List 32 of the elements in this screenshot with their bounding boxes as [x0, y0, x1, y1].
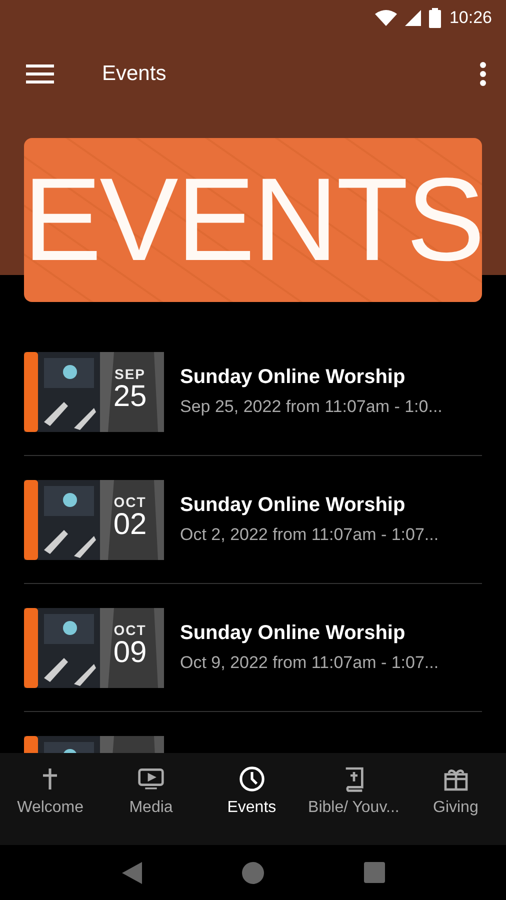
wifi-icon: [375, 10, 398, 26]
more-options-icon[interactable]: [480, 62, 486, 86]
battery-icon: [429, 8, 442, 28]
event-day: 09: [113, 638, 147, 668]
event-item[interactable]: OCT 09 Sunday Online Worship Oct 9, 2022 from 11:07am - 1:07...: [24, 584, 482, 712]
nav-tab[interactable]: Media: [100, 753, 202, 845]
event-item[interactable]: SEP 25 Sunday Online Worship Sep 25, 2022 from 11:07am - 1:0...: [24, 328, 482, 456]
event-day: 25: [113, 382, 147, 412]
banner-title: EVENTS: [24, 161, 482, 279]
nav-tab[interactable]: Giving: [405, 753, 506, 845]
nav-tab[interactable]: Welcome: [0, 753, 101, 845]
event-month: SEP: [114, 366, 146, 382]
event-time: Oct 2, 2022 from 11:07am - 1:07...: [180, 525, 439, 545]
event-month: OCT: [114, 622, 146, 638]
back-icon[interactable]: [122, 862, 142, 884]
event-title: Sunday Online Worship: [180, 622, 406, 645]
nav-tab[interactable]: Bible/ Youv...: [302, 753, 406, 845]
recents-icon[interactable]: [364, 862, 384, 883]
event-title: Sunday Online Worship: [180, 366, 406, 389]
signal-icon: [405, 10, 422, 26]
event-item[interactable]: OCT 02 Sunday Online Worship Oct 2, 2022 from 11:07am - 1:07...: [24, 456, 482, 584]
nav-tab[interactable]: Events: [201, 753, 302, 845]
event-title: Sunday Online Worship: [180, 494, 406, 517]
clock-icon: [238, 765, 266, 793]
event-day: 02: [113, 510, 147, 540]
clock-time: 10:26: [449, 8, 492, 28]
home-icon[interactable]: [242, 862, 264, 884]
event-time: Sep 25, 2022 from 11:07am - 1:0...: [180, 397, 442, 417]
screen-title: Events: [102, 62, 168, 86]
event-month: OCT: [114, 494, 146, 510]
event-time: Oct 9, 2022 from 11:07am - 1:07...: [180, 653, 439, 673]
menu-icon[interactable]: [26, 64, 54, 84]
